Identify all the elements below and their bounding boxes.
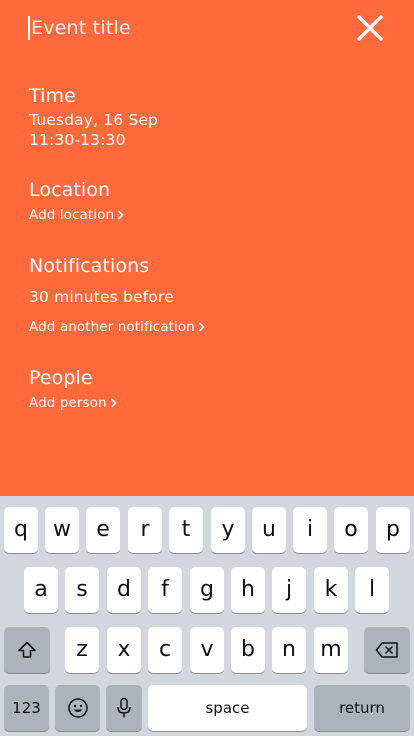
key-a[interactable]: a bbox=[24, 567, 58, 613]
chevron-right-icon bbox=[198, 322, 206, 332]
key-w[interactable]: w bbox=[45, 507, 79, 553]
key-g[interactable]: g bbox=[190, 567, 224, 613]
key-b[interactable]: b bbox=[231, 627, 265, 673]
key-p[interactable]: p bbox=[376, 507, 410, 553]
key-d[interactable]: d bbox=[107, 567, 141, 613]
event-title-placeholder: Event title bbox=[31, 17, 131, 39]
key-l[interactable]: l bbox=[355, 567, 389, 613]
keyboard: q w e r t y u i o p a s d f g h j k l z … bbox=[0, 496, 414, 736]
notifications-title: Notifications bbox=[29, 255, 150, 277]
key-o[interactable]: o bbox=[334, 507, 368, 553]
delete-icon bbox=[375, 641, 399, 659]
key-r[interactable]: r bbox=[128, 507, 162, 553]
add-location-link[interactable]: Add location bbox=[29, 206, 125, 224]
key-i[interactable]: i bbox=[293, 507, 327, 553]
numbers-key[interactable]: 123 bbox=[4, 685, 49, 731]
key-m[interactable]: m bbox=[314, 627, 348, 673]
chevron-right-icon bbox=[117, 210, 125, 220]
add-location-label: Add location bbox=[29, 207, 115, 223]
add-notification-link[interactable]: Add another notification bbox=[29, 318, 206, 336]
shift-icon bbox=[17, 640, 37, 660]
text-cursor bbox=[28, 16, 30, 40]
key-e[interactable]: e bbox=[86, 507, 120, 553]
time-section[interactable]: Time Tuesday, 16 Sep 11:30-13:30 bbox=[29, 84, 158, 150]
key-c[interactable]: c bbox=[148, 627, 182, 673]
location-section: Location Add location bbox=[29, 178, 125, 224]
add-notification-label: Add another notification bbox=[29, 319, 195, 335]
space-key[interactable]: space bbox=[148, 685, 307, 731]
people-title: People bbox=[29, 367, 93, 389]
key-f[interactable]: f bbox=[148, 567, 182, 613]
key-u[interactable]: u bbox=[252, 507, 286, 553]
microphone-icon bbox=[116, 697, 132, 719]
key-h[interactable]: h bbox=[231, 567, 265, 613]
location-title: Location bbox=[29, 179, 111, 201]
notifications-section: Notifications 30 minutes before Add anot… bbox=[29, 254, 206, 336]
time-range: 11:30-13:30 bbox=[29, 131, 126, 149]
notification-value[interactable]: 30 minutes before bbox=[29, 287, 206, 307]
key-j[interactable]: j bbox=[272, 567, 306, 613]
emoji-key[interactable] bbox=[55, 685, 100, 731]
key-x[interactable]: x bbox=[107, 627, 141, 673]
return-key[interactable]: return bbox=[314, 685, 410, 731]
key-q[interactable]: q bbox=[4, 507, 38, 553]
key-v[interactable]: v bbox=[190, 627, 224, 673]
close-icon bbox=[356, 14, 384, 42]
key-s[interactable]: s bbox=[65, 567, 99, 613]
time-date: Tuesday, 16 Sep bbox=[29, 111, 159, 129]
key-t[interactable]: t bbox=[169, 507, 203, 553]
time-title: Time bbox=[29, 85, 76, 107]
key-z[interactable]: z bbox=[65, 627, 99, 673]
emoji-icon bbox=[67, 697, 89, 719]
key-n[interactable]: n bbox=[272, 627, 306, 673]
delete-key[interactable] bbox=[364, 627, 410, 673]
chevron-right-icon bbox=[110, 398, 118, 408]
people-section: People Add person bbox=[29, 366, 118, 412]
event-editor: Event title Time Tuesday, 16 Sep 11:30-1… bbox=[0, 0, 414, 496]
add-person-link[interactable]: Add person bbox=[29, 394, 118, 412]
close-button[interactable] bbox=[356, 14, 384, 42]
shift-key[interactable] bbox=[4, 627, 50, 673]
event-title-field[interactable]: Event title bbox=[28, 14, 386, 42]
add-person-label: Add person bbox=[29, 395, 107, 411]
key-y[interactable]: y bbox=[211, 507, 245, 553]
dictation-key[interactable] bbox=[106, 685, 142, 731]
key-k[interactable]: k bbox=[314, 567, 348, 613]
